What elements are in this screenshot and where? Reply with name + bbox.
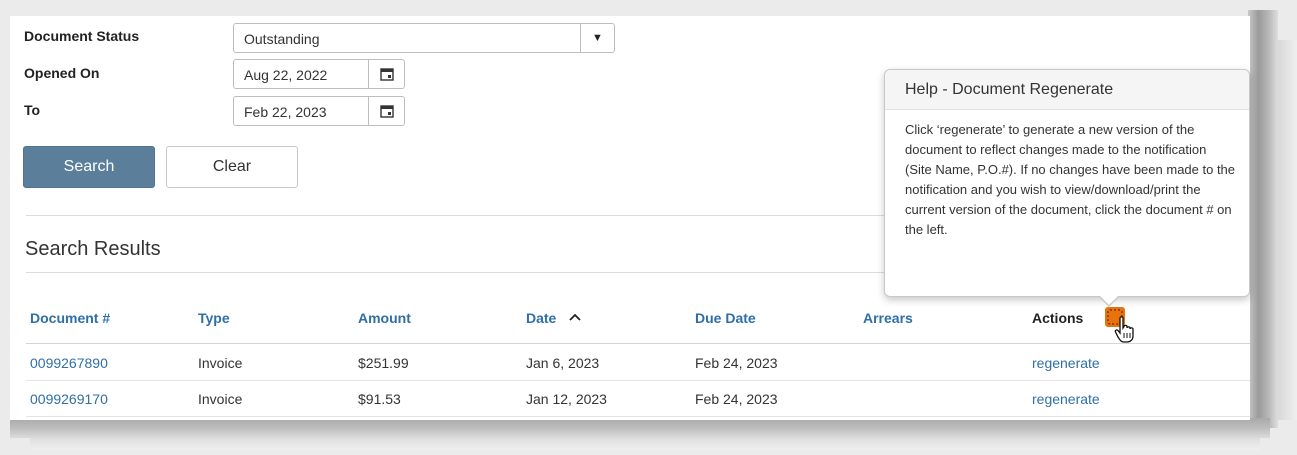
column-header-type[interactable]: Type [198, 310, 230, 326]
column-header-amount[interactable]: Amount [358, 310, 411, 326]
document-link[interactable]: 0099269170 [30, 391, 108, 407]
column-header-due-date[interactable]: Due Date [695, 310, 756, 326]
blurred-frame-bottom [10, 418, 1270, 438]
to-date-value: Feb 22, 2023 [244, 104, 327, 120]
opened-on-value: Aug 22, 2022 [244, 67, 328, 83]
regenerate-link[interactable]: regenerate [1032, 355, 1100, 371]
help-popover-title: Help - Document Regenerate [885, 70, 1249, 110]
document-status-label: Document Status [24, 28, 140, 44]
caret-down-icon[interactable]: ▼ [580, 24, 614, 52]
blurred-frame-right [1248, 10, 1278, 428]
chevron-up-icon [569, 313, 581, 321]
hand-pointer-icon [1114, 316, 1136, 344]
blurred-frame-right-outer [1278, 40, 1297, 420]
to-date-label: To [24, 102, 41, 118]
date-cell: Jan 12, 2023 [526, 391, 607, 407]
opened-on-label: Opened On [24, 65, 100, 81]
help-popover-body: Click ‘regenerate’ to generate a new ver… [905, 122, 1236, 237]
document-link[interactable]: 0099267890 [30, 355, 108, 371]
date-cell: Jan 6, 2023 [526, 355, 600, 371]
column-header-actions: Actions [1032, 310, 1084, 326]
column-header-arrears[interactable]: Arrears [863, 310, 913, 326]
calendar-icon[interactable] [368, 97, 404, 125]
help-popover: Help - Document Regenerate Click ‘regene… [884, 69, 1250, 307]
document-status-value: Outstanding [244, 31, 320, 47]
due-date-cell: Feb 24, 2023 [695, 355, 778, 371]
document-status-select[interactable]: Outstanding ▼ [233, 23, 615, 53]
due-date-cell: Feb 24, 2023 [695, 391, 778, 407]
row-divider [26, 416, 1250, 417]
amount-cell: $251.99 [358, 355, 409, 371]
document-search-page: Document Status Outstanding ▼ Opened On … [10, 16, 1250, 420]
search-button[interactable]: Search [23, 146, 155, 188]
column-header-date[interactable]: Date [526, 310, 582, 326]
clear-button[interactable]: Clear [166, 146, 298, 188]
row-divider [26, 380, 1250, 381]
opened-on-date-field[interactable]: Aug 22, 2022 [233, 59, 405, 89]
type-cell: Invoice [198, 355, 243, 371]
header-divider [26, 343, 1250, 344]
column-header-document[interactable]: Document # [30, 310, 110, 326]
search-results-heading: Search Results [25, 238, 161, 260]
column-header-date-label: Date [526, 310, 557, 326]
to-date-field[interactable]: Feb 22, 2023 [233, 96, 405, 126]
regenerate-link[interactable]: regenerate [1032, 391, 1100, 407]
popover-arrow [1098, 295, 1120, 307]
amount-cell: $91.53 [358, 391, 401, 407]
blurred-frame-bottom-outer [30, 438, 1260, 450]
type-cell: Invoice [198, 391, 243, 407]
calendar-icon[interactable] [368, 60, 404, 88]
